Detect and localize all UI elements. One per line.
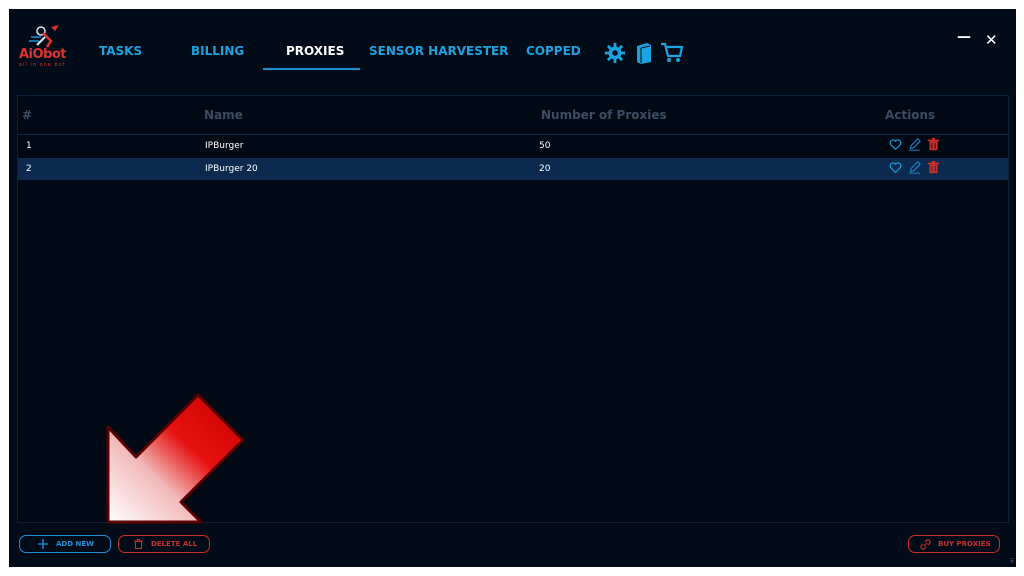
column-header-name: Name	[204, 108, 243, 122]
logo-figure-icon	[29, 25, 59, 48]
trash-icon[interactable]	[927, 138, 940, 151]
row-actions	[889, 138, 949, 154]
column-header-actions: Actions	[885, 108, 936, 122]
buy-proxies-label: BUY PROXIES	[938, 540, 991, 548]
table-row[interactable]: 2 IPBurger 20 20	[18, 158, 1008, 180]
add-new-button[interactable]: ADD NEW	[19, 535, 111, 553]
app-logo: AiObot all in one bot	[19, 23, 71, 69]
arrow-pointer-icon	[106, 393, 245, 524]
tab-sensor-harvester[interactable]: SENSOR HARVESTER	[369, 44, 508, 58]
minimize-button[interactable]: —	[957, 29, 971, 45]
plus-icon	[38, 539, 48, 549]
row-proxy-count: 50	[539, 141, 551, 151]
delete-all-label: DELETE ALL	[151, 540, 198, 548]
logo-text: AiObot	[19, 47, 67, 62]
link-icon	[920, 539, 931, 550]
trash-icon[interactable]	[927, 161, 940, 174]
logo-subtitle: all in one bot	[19, 62, 66, 68]
row-name: IPBurger 20	[205, 164, 258, 174]
edit-icon[interactable]	[908, 161, 921, 174]
trash-icon	[134, 539, 143, 549]
table-header: # Name Number of Proxies Actions	[18, 96, 1008, 135]
row-index: 1	[26, 141, 32, 151]
heart-icon[interactable]	[889, 161, 902, 174]
delete-all-button[interactable]: DELETE ALL	[118, 535, 210, 553]
close-button[interactable]: ✕	[985, 31, 998, 49]
tab-billing[interactable]: BILLING	[191, 44, 244, 58]
gear-icon[interactable]	[604, 42, 626, 64]
tab-tasks[interactable]: TASKS	[99, 44, 142, 58]
table-row[interactable]: 1 IPBurger 50	[18, 135, 1008, 157]
cart-icon[interactable]	[660, 42, 684, 64]
resize-grip-icon[interactable]: ⠿	[1010, 558, 1014, 565]
add-new-label: ADD NEW	[56, 540, 94, 548]
row-proxy-count: 20	[539, 164, 551, 174]
book-icon[interactable]	[635, 42, 653, 64]
active-tab-indicator	[263, 68, 360, 70]
row-actions	[889, 161, 949, 177]
tab-proxies[interactable]: PROXIES	[286, 44, 344, 58]
column-header-count: Number of Proxies	[541, 108, 667, 122]
row-index: 2	[26, 164, 32, 174]
tab-copped[interactable]: COPPED	[526, 44, 581, 58]
heart-icon[interactable]	[889, 138, 902, 151]
buy-proxies-button[interactable]: BUY PROXIES	[908, 535, 1000, 553]
row-name: IPBurger	[205, 141, 244, 151]
edit-icon[interactable]	[908, 138, 921, 151]
column-header-index: #	[22, 108, 33, 122]
